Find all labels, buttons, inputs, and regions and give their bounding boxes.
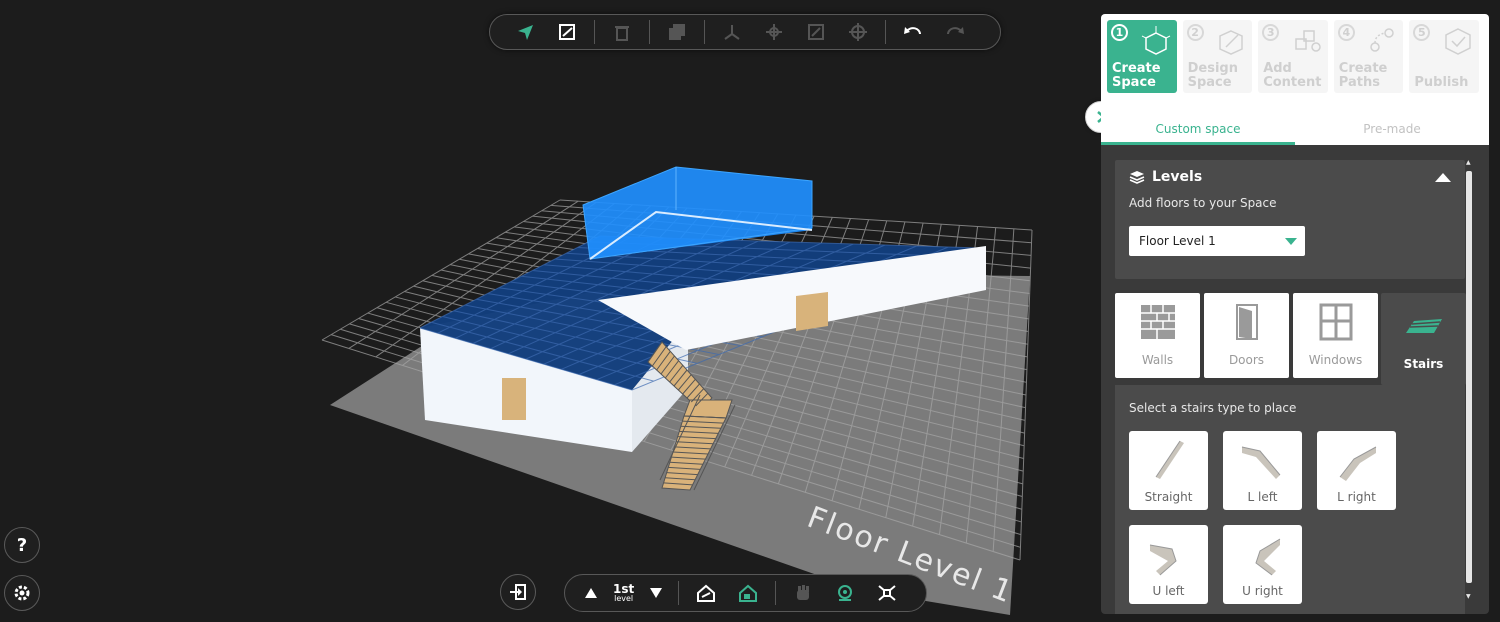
- step-create-space[interactable]: 1 Create Space: [1107, 20, 1177, 93]
- view-house-icon[interactable]: [689, 578, 723, 608]
- hand-icon[interactable]: [786, 578, 820, 608]
- duplicate-icon[interactable]: [660, 17, 694, 47]
- rotate-icon[interactable]: [841, 17, 875, 47]
- collapse-levels-icon[interactable]: [1435, 173, 1451, 182]
- select-arrow-icon[interactable]: [508, 17, 542, 47]
- stairs-l-left-icon: [1241, 446, 1281, 479]
- move-axes-icon[interactable]: [715, 17, 749, 47]
- stairs-u-left-icon: [1149, 544, 1177, 576]
- stairs-straight-icon: [1155, 440, 1184, 479]
- cube-brush-icon: [1216, 25, 1246, 59]
- 3d-viewport[interactable]: Floor Level 1: [0, 0, 1100, 622]
- bottom-toolbar: 1st level: [564, 574, 927, 612]
- undo-icon[interactable]: [896, 17, 930, 47]
- drone-icon[interactable]: [870, 578, 904, 608]
- stairs-icon: [1381, 309, 1466, 337]
- exit-button[interactable]: [500, 574, 536, 610]
- move-icon[interactable]: [757, 17, 791, 47]
- cube-axes-icon: [1141, 25, 1171, 59]
- scale-icon[interactable]: [799, 17, 833, 47]
- stairs-type-u-left[interactable]: U left: [1129, 525, 1208, 604]
- chevron-down-icon: [1285, 238, 1297, 245]
- tab-pre-made[interactable]: Pre-made: [1295, 102, 1489, 145]
- stairs-subtitle: Select a stairs type to place: [1129, 401, 1297, 415]
- floor-level-select[interactable]: Floor Level 1: [1129, 226, 1305, 256]
- door-right: [796, 292, 828, 331]
- exit-icon: [510, 584, 526, 600]
- stairs-u-right-icon: [1255, 538, 1281, 576]
- category-walls[interactable]: Walls: [1115, 293, 1200, 378]
- workflow-steps: 1 Create Space 2 Design Space 3 Add Content…: [1101, 14, 1489, 102]
- category-stairs[interactable]: Stairs: [1381, 293, 1466, 385]
- level-up-icon[interactable]: [579, 578, 603, 608]
- layers-icon: [1129, 171, 1145, 184]
- help-icon: ?: [16, 534, 28, 556]
- cubes-plus-icon: [1292, 25, 1322, 59]
- panel-scrollbar[interactable]: ▲ ▼: [1464, 159, 1474, 600]
- levels-section: Levels Add floors to your Space Floor Le…: [1115, 160, 1465, 279]
- door-left: [502, 378, 526, 420]
- stairs-section: Select a stairs type to place Straight L…: [1115, 385, 1465, 614]
- camera-icon[interactable]: [828, 578, 862, 608]
- step-create-paths[interactable]: 4 Create Paths: [1333, 20, 1404, 93]
- stairs-type-l-left[interactable]: L left: [1223, 431, 1302, 510]
- window-icon: [1293, 303, 1378, 341]
- draw-polygon-icon[interactable]: [550, 17, 584, 47]
- cube-check-icon: [1443, 25, 1473, 59]
- gear-icon: [14, 585, 30, 601]
- category-doors[interactable]: Doors: [1204, 293, 1289, 378]
- stairs-l-right-icon: [1339, 446, 1377, 481]
- level-down-icon[interactable]: [644, 578, 668, 608]
- brick-wall-icon: [1115, 303, 1200, 341]
- view-floor-icon[interactable]: [731, 578, 765, 608]
- top-toolbar: [489, 14, 1001, 50]
- right-panel: 1 Create Space 2 Design Space 3 Add Content…: [1101, 14, 1489, 614]
- settings-button[interactable]: [4, 575, 40, 611]
- levels-title: Levels: [1152, 169, 1203, 185]
- step-add-content[interactable]: 3 Add Content: [1258, 20, 1328, 93]
- stairs-type-l-right[interactable]: L right: [1317, 431, 1396, 510]
- scene-canvas[interactable]: [0, 0, 1100, 622]
- level-indicator: 1st level: [613, 582, 635, 603]
- redo-icon[interactable]: [938, 17, 972, 47]
- tab-custom-space[interactable]: Custom space: [1101, 102, 1295, 145]
- category-row: Walls Doors Windows Stairs: [1115, 293, 1466, 385]
- stairs-type-u-right[interactable]: U right: [1223, 525, 1302, 604]
- door-icon: [1204, 303, 1289, 341]
- step-publish[interactable]: 5 Publish: [1409, 20, 1479, 93]
- stairs-type-straight[interactable]: Straight: [1129, 431, 1208, 510]
- delete-icon[interactable]: [605, 17, 639, 47]
- step-design-space[interactable]: 2 Design Space: [1182, 20, 1253, 93]
- space-tabs: Custom space Pre-made: [1101, 102, 1489, 145]
- paths-icon: [1367, 25, 1397, 59]
- help-button[interactable]: ?: [4, 527, 40, 563]
- category-windows[interactable]: Windows: [1293, 293, 1378, 378]
- levels-subtitle: Add floors to your Space: [1129, 196, 1277, 210]
